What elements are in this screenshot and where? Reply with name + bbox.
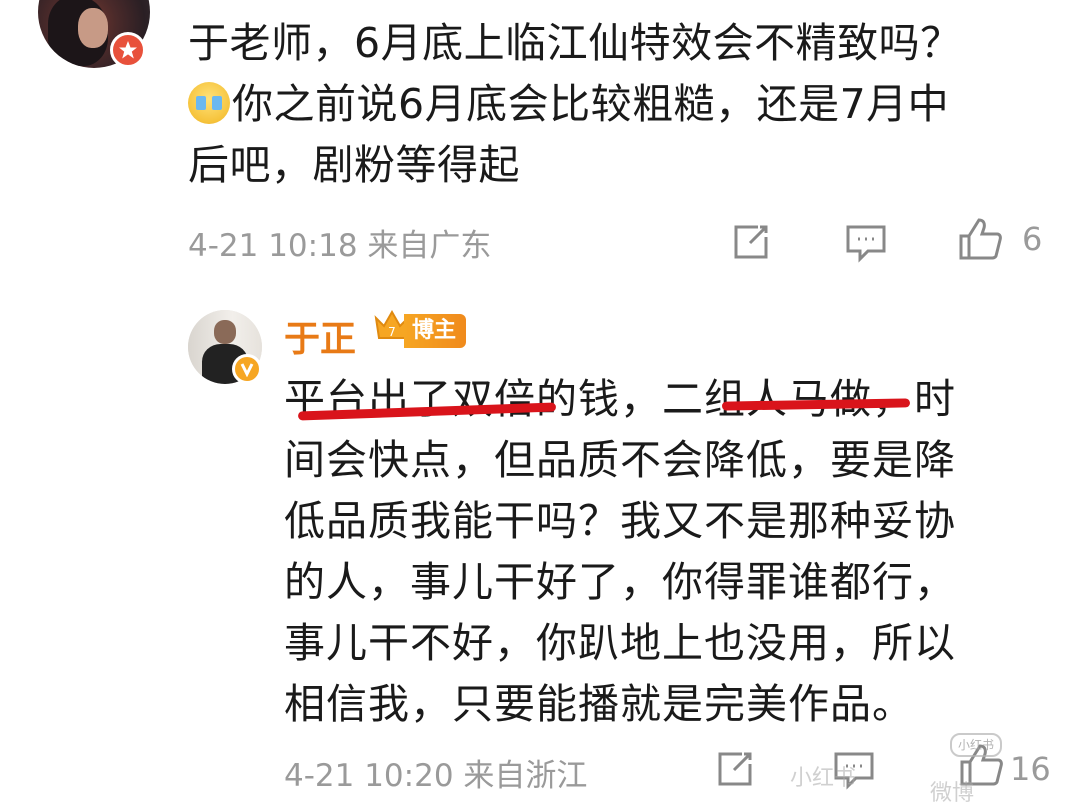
comment-text-line: 后吧，剧粉等得起: [188, 141, 520, 189]
reply-timestamp-location: 4-21 10:20 来自浙江: [284, 758, 588, 794]
like-count: 6: [1022, 220, 1043, 258]
verified-v-badge-icon: [232, 354, 262, 384]
comment-timestamp-location: 4-21 10:18 来自广东: [188, 228, 492, 264]
watermark-text: 小红书: [790, 766, 857, 791]
avatar-head: [214, 320, 236, 344]
reply-text-line: 事儿干不好，你趴地上也没用，所以: [284, 619, 956, 667]
avatar-face: [78, 8, 108, 48]
watermark-logo: 小红书: [950, 733, 1002, 757]
reply-text-line: 间会快点，但品质不会降低，要是降: [284, 436, 956, 484]
crying-face-icon: [188, 82, 230, 124]
share-icon[interactable]: [730, 221, 772, 263]
reply-text-line: 相信我，只要能播就是完美作品。: [284, 680, 914, 728]
share-icon[interactable]: [714, 748, 756, 790]
reply-author-name[interactable]: 于正: [284, 310, 356, 362]
comment-text-line: 你之前说6月底会比较粗糙，还是7月中: [188, 73, 949, 135]
like-icon[interactable]: [957, 216, 1003, 262]
comment-text: 你之前说6月底会比较粗糙，还是7月中: [232, 80, 950, 128]
comment-icon[interactable]: [844, 221, 888, 265]
crown-level: 7: [388, 325, 396, 339]
verified-badge-icon: [110, 32, 146, 68]
comment-text-line: 于老师，6月底上临江仙特效会不精致吗？: [188, 19, 962, 67]
like-count: 16: [1010, 750, 1051, 788]
reply-text-line: 低品质我能干吗？我又不是那种妥协: [284, 497, 956, 545]
reply-text-line: 的人，事儿干好了，你得罪谁都行，: [284, 558, 956, 606]
watermark-text: 微博: [930, 781, 975, 806]
blogger-tag: 博主: [404, 314, 467, 348]
